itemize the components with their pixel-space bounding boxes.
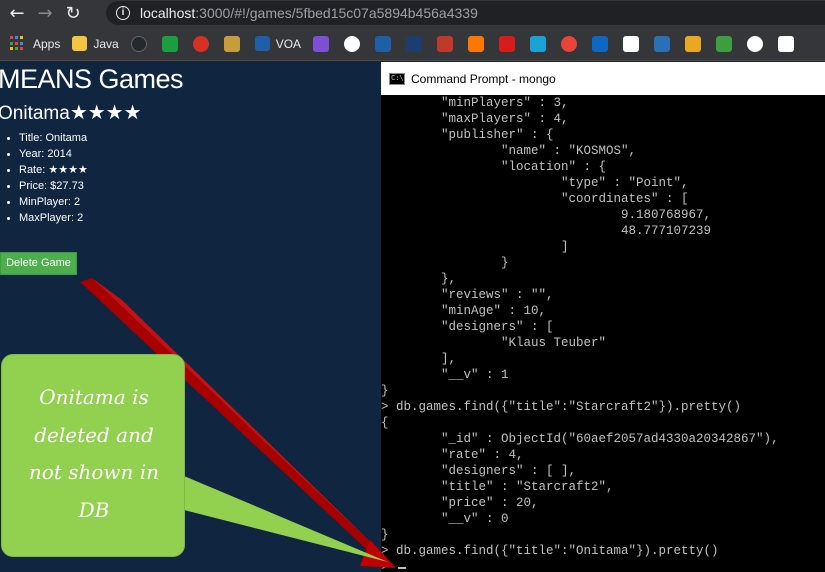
puzzle-icon[interactable] — [778, 35, 795, 52]
callout-box: Onitama is deleted and not shown in DB — [1, 354, 185, 557]
delete-game-button[interactable]: Delete Game — [0, 252, 77, 275]
url-path: :3000/#!/games/5fbed15c07a5894b456a4339 — [195, 5, 478, 21]
reload-icon[interactable]: ↻ — [62, 3, 84, 25]
callout-line: Onitama is — [39, 385, 149, 409]
gg-icon[interactable] — [716, 35, 733, 52]
detail-title: Title: Onitama — [19, 130, 88, 146]
detail-rate: Rate: ★★★★ — [19, 162, 88, 178]
console-cursor — [398, 567, 406, 569]
flag-icon[interactable] — [437, 35, 454, 52]
detail-year: Year: 2014 — [19, 146, 88, 162]
azure-icon[interactable] — [592, 35, 609, 52]
info-icon[interactable]: i — [116, 6, 130, 20]
game-rating-stars: ★★★★ — [69, 100, 142, 124]
arrow-right-icon[interactable]: → — [34, 3, 56, 25]
tr-icon[interactable] — [623, 35, 640, 52]
apps-grid-icon — [10, 36, 25, 51]
console-output: "minPlayers" : 3, "maxPlayers" : 4, "pub… — [381, 96, 779, 572]
browser-toolbar: ← → ↻ i localhost:3000/#!/games/5fbed15c… — [0, 0, 825, 27]
bookmark-apps-label: Apps — [33, 36, 61, 51]
folder-icon — [72, 36, 88, 51]
swirl-icon[interactable] — [561, 35, 578, 52]
oracle-icon[interactable] — [499, 35, 516, 52]
url-host: localhost — [140, 5, 196, 21]
cube-icon[interactable] — [468, 35, 485, 52]
ev-icon[interactable] — [530, 35, 547, 52]
detail-rate-label: Rate: — [19, 164, 49, 176]
w3-icon[interactable] — [161, 35, 178, 52]
site-title: MEANS Games — [0, 64, 184, 94]
detail-min-player: MinPlayer: 2 — [19, 194, 88, 210]
bird-icon[interactable] — [344, 35, 361, 52]
game-details-list: Title: Onitama Year: 2014 Rate: ★★★★ Pri… — [19, 130, 88, 226]
code-icon[interactable] — [313, 35, 330, 52]
callout-line: not shown in — [28, 460, 160, 484]
callout-line: deleted and — [34, 422, 154, 447]
bookmark-java[interactable]: Java — [72, 32, 119, 56]
url-text[interactable]: localhost:3000/#!/games/5fbed15c07a5894b… — [140, 5, 478, 21]
bookmark-apps[interactable]: Apps — [10, 32, 60, 56]
voa-icon — [254, 36, 270, 51]
person-icon[interactable] — [685, 35, 702, 52]
console-window[interactable]: "minPlayers" : 3, "maxPlayers" : 4, "pub… — [381, 95, 825, 572]
codepen-icon[interactable] — [747, 35, 764, 52]
game-title-text: Onitama — [0, 103, 70, 124]
detail-price: Price: $27.73 — [19, 178, 88, 194]
bookmarks-bar: Apps Java VOA — [0, 27, 825, 61]
x-icon[interactable] — [406, 35, 423, 52]
voa-icon[interactable] — [375, 35, 392, 52]
callout-line: DB — [78, 497, 110, 522]
box-icon[interactable] — [223, 35, 240, 52]
address-bar[interactable]: i localhost:3000/#!/games/5fbed15c07a589… — [106, 1, 825, 25]
github-icon[interactable] — [130, 35, 147, 52]
detail-max-player: MaxPlayer: 2 — [19, 210, 88, 226]
tds-icon[interactable] — [654, 35, 671, 52]
console-title-bar: C:\ Command Prompt - mongo — [381, 62, 825, 95]
game-title: Onitama★★★★ — [0, 100, 142, 125]
callout-text: Onitama is deleted and not shown in DB — [2, 379, 186, 529]
arrow-left-icon[interactable]: ← — [6, 3, 28, 25]
console-window-title: Command Prompt - mongo — [411, 71, 556, 86]
bookmark-voa-label: VOA — [275, 36, 302, 51]
opera-icon[interactable] — [192, 35, 209, 52]
bookmark-java-label: Java — [93, 36, 119, 51]
command-prompt-icon: C:\ — [389, 72, 405, 85]
bookmark-voa[interactable]: VOA — [254, 32, 302, 56]
detail-rate-stars: ★★★★ — [48, 163, 88, 176]
